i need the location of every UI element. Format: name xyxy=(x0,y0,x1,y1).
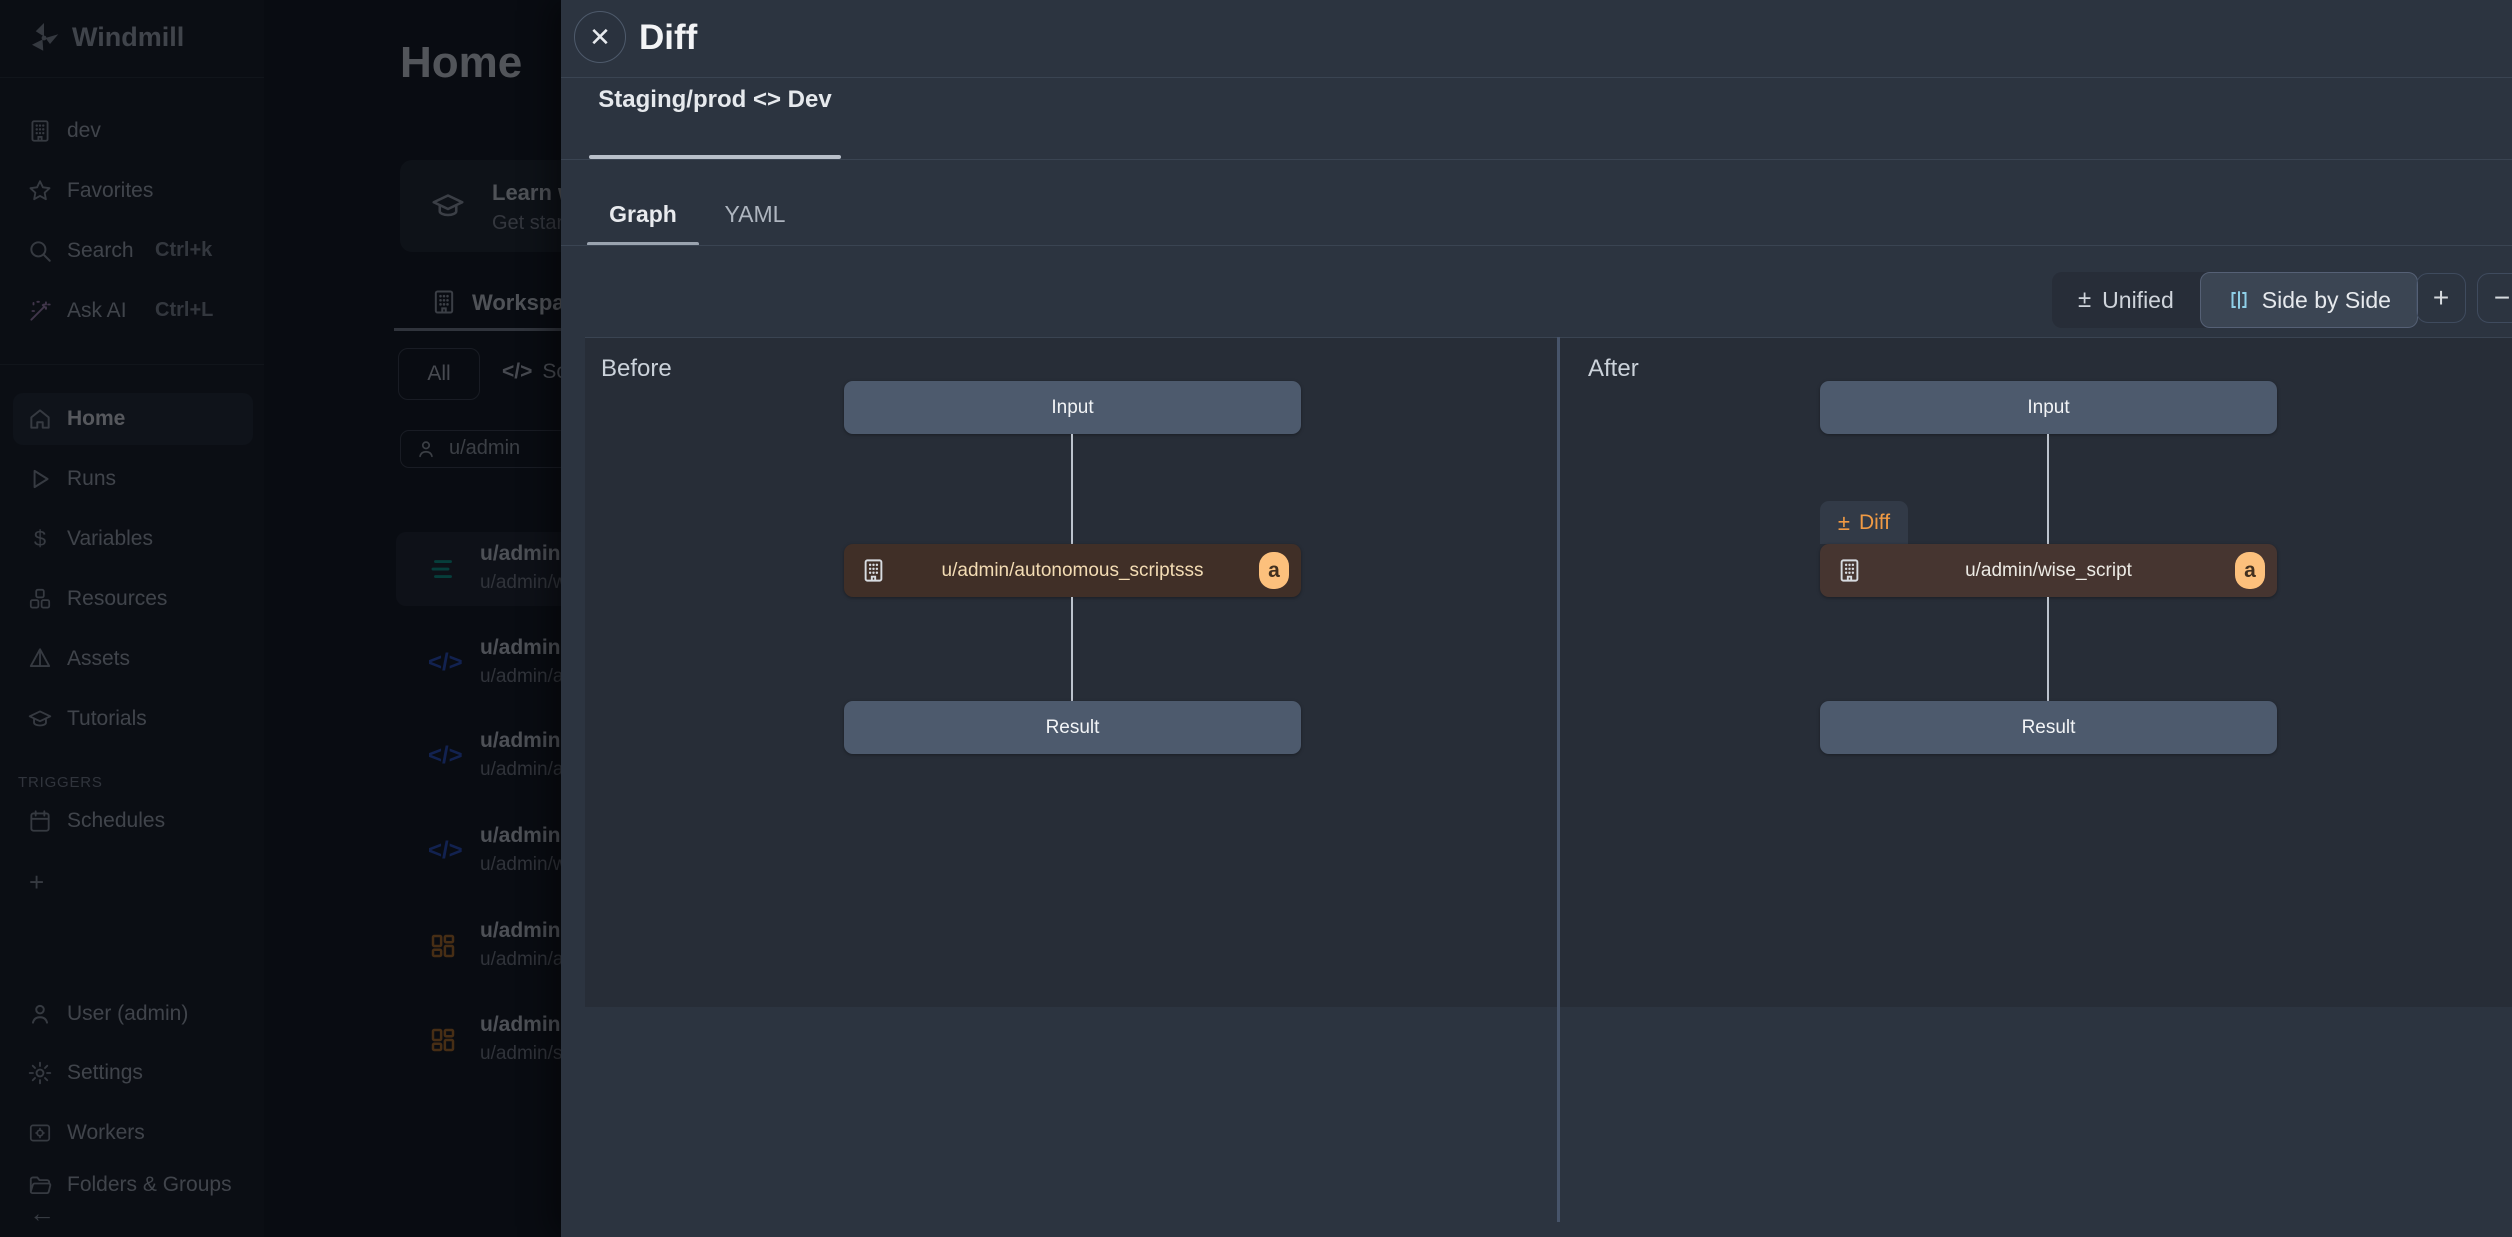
tabs-divider xyxy=(561,159,2512,160)
modal-dim-overlay[interactable] xyxy=(0,0,561,1237)
pane-divider xyxy=(1557,337,1560,1222)
result-node-after[interactable]: Result xyxy=(1820,701,2277,754)
unified-toggle-button[interactable]: ± Unified xyxy=(2052,272,2200,328)
header-divider xyxy=(561,77,2512,78)
view-mode-toggle: ± Unified Side by Side xyxy=(2052,272,2418,328)
columns-icon xyxy=(2227,288,2251,312)
language-badge: a xyxy=(1259,552,1289,589)
diff-icon: ± xyxy=(1838,510,1850,536)
tab-graph[interactable]: Graph xyxy=(587,185,699,243)
close-icon: ✕ xyxy=(589,22,611,52)
close-button[interactable]: ✕ xyxy=(574,11,626,63)
edge xyxy=(1071,434,1073,544)
tab-yaml[interactable]: YAML xyxy=(699,185,811,243)
edge xyxy=(2047,434,2049,544)
tabs-divider xyxy=(561,245,2512,246)
windmill-app: Windmill dev Favorites Search Ctrl+k Ask… xyxy=(0,0,2512,1237)
input-node-after[interactable]: Input xyxy=(1820,381,2277,434)
before-label: Before xyxy=(601,355,672,383)
after-pane xyxy=(1560,337,2512,1007)
tab-staging-prod-dev[interactable]: Staging/prod <> Dev xyxy=(589,58,841,121)
zoom-out-button[interactable]: − xyxy=(2477,273,2512,323)
script-path: u/admin/autonomous_scriptsss xyxy=(844,544,1301,597)
diff-icon: ± xyxy=(2078,286,2091,314)
edge xyxy=(2047,597,2049,701)
language-badge: a xyxy=(2235,552,2265,589)
diff-badge[interactable]: ± Diff xyxy=(1820,501,1908,544)
script-node-before[interactable]: u/admin/autonomous_scriptsss a xyxy=(844,544,1301,597)
after-label: After xyxy=(1588,355,1639,383)
diff-drawer: ✕ Diff Staging/prod <> Dev Graph YAML ± … xyxy=(561,0,2512,1237)
result-node-before[interactable]: Result xyxy=(844,701,1301,754)
drawer-title: Diff xyxy=(639,18,697,58)
script-path: u/admin/wise_script xyxy=(1820,544,2277,597)
edge xyxy=(1071,597,1073,701)
input-node-before[interactable]: Input xyxy=(844,381,1301,434)
side-by-side-toggle-button[interactable]: Side by Side xyxy=(2200,272,2418,328)
script-node-after[interactable]: u/admin/wise_script a xyxy=(1820,544,2277,597)
zoom-in-button[interactable]: + xyxy=(2416,273,2466,323)
